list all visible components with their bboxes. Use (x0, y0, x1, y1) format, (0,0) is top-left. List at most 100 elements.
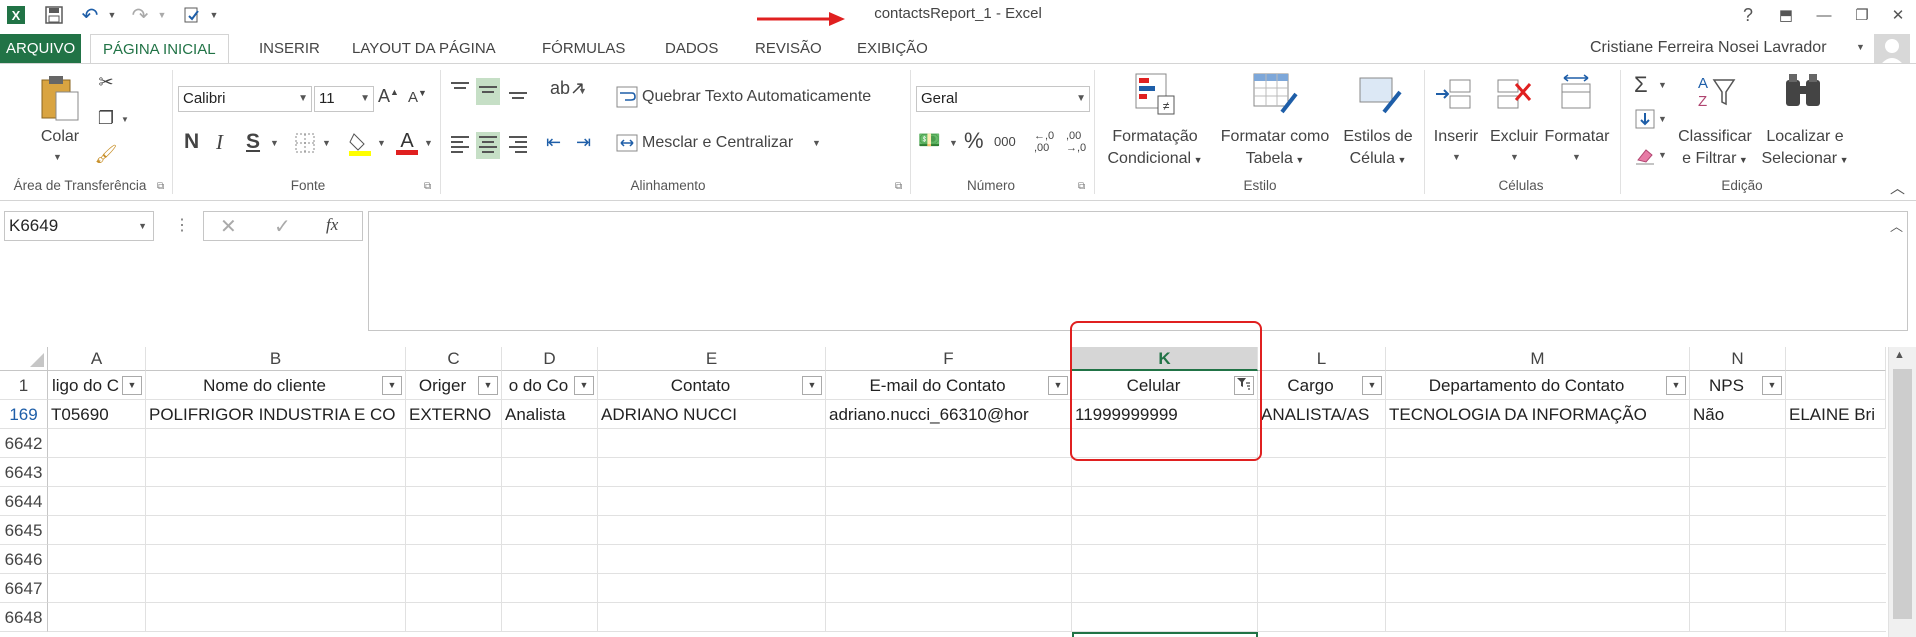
filter-dropdown-icon[interactable]: ▼ (1762, 376, 1782, 395)
increase-indent-icon[interactable]: ⇥ (576, 132, 591, 153)
filter-dropdown-icon[interactable]: ▼ (574, 376, 594, 395)
align-top-icon[interactable] (448, 78, 472, 105)
filter-dropdown-icon[interactable]: ▼ (122, 376, 142, 395)
insert-dropdown-icon[interactable]: ▼ (1452, 152, 1461, 162)
row-header-6647[interactable]: 6647 (0, 574, 48, 603)
table-cell[interactable]: adriano.nucci_66310@hor (826, 400, 1072, 429)
table-header-cell[interactable]: Nome do cliente ▼ (146, 371, 406, 400)
row-header-6646[interactable]: 6646 (0, 545, 48, 574)
table-header-cell[interactable]: Cargo ▼ (1258, 371, 1386, 400)
table-header-cell[interactable]: Contato ▼ (598, 371, 826, 400)
filter-dropdown-icon[interactable]: ▼ (802, 376, 822, 395)
align-right-icon[interactable] (506, 132, 530, 159)
tab-arquivo[interactable]: ARQUIVO (0, 34, 82, 64)
underline-dropdown-icon[interactable]: ▼ (270, 138, 279, 148)
table-cell[interactable]: ADRIANO NUCCI (598, 400, 826, 429)
borders-icon[interactable] (294, 132, 316, 157)
align-bottom-icon[interactable] (506, 78, 530, 105)
currency-icon[interactable]: 💵 (918, 130, 940, 151)
decrease-indent-icon[interactable]: ⇤ (546, 132, 561, 153)
font-color-icon[interactable]: A (395, 128, 419, 159)
tab-exibicao[interactable]: EXIBIÇÃO (845, 34, 940, 64)
font-name-combo[interactable]: Calibri ▼ (178, 86, 312, 112)
cell-styles-button[interactable]: Estilos de Célula ▼ (1336, 126, 1420, 171)
paste-button[interactable]: Colar (30, 126, 90, 148)
empty-cells-area[interactable] (48, 429, 1886, 632)
ribbon-display-options-button[interactable]: ⬒ (1774, 3, 1798, 27)
fill-color-dropdown-icon[interactable]: ▼ (377, 138, 386, 148)
column-header-a[interactable]: A (48, 347, 146, 371)
italic-button[interactable]: I (216, 130, 223, 155)
table-header-cell[interactable]: Departamento do Contato ▼ (1386, 371, 1690, 400)
decrease-decimal-icon[interactable]: ,00 →,0 (1066, 130, 1086, 154)
scroll-up-icon[interactable]: ▲ (1894, 349, 1905, 361)
align-left-icon[interactable] (448, 132, 472, 159)
table-cell[interactable] (1786, 371, 1886, 400)
user-dropdown-icon[interactable]: ▼ (1856, 42, 1865, 52)
minimize-button[interactable]: — (1812, 3, 1836, 27)
vertical-scrollbar[interactable]: ▲ (1888, 347, 1916, 637)
format-cells-icon[interactable] (1556, 74, 1596, 117)
column-header-f[interactable]: F (826, 347, 1072, 371)
thousands-button[interactable]: 000 (994, 134, 1016, 149)
help-button[interactable]: ? (1736, 3, 1760, 27)
clipboard-launcher-icon[interactable]: ⧉ (157, 181, 164, 192)
row-header-6643[interactable]: 6643 (0, 458, 48, 487)
row-header-6645[interactable]: 6645 (0, 516, 48, 545)
select-all-button[interactable] (0, 347, 48, 371)
cancel-entry-icon[interactable]: ✕ (220, 214, 237, 239)
column-header-n[interactable]: N (1690, 347, 1786, 371)
format-dropdown-icon[interactable]: ▼ (1572, 152, 1581, 162)
copy-icon[interactable]: ❐ (94, 108, 118, 129)
tab-inserir[interactable]: INSERIR (247, 34, 332, 64)
name-box[interactable]: K6649 ▼ (4, 211, 154, 241)
fill-color-icon[interactable] (348, 130, 372, 159)
wrap-text-button[interactable]: Quebrar Texto Automaticamente (642, 86, 871, 108)
scrollbar-thumb[interactable] (1893, 369, 1912, 619)
delete-cells-button[interactable]: Excluir (1486, 126, 1542, 148)
table-cell[interactable]: ELAINE Bri (1786, 400, 1886, 429)
table-cell[interactable]: EXTERNO (406, 400, 502, 429)
sort-filter-icon[interactable]: AZ (1692, 72, 1736, 115)
table-header-cell[interactable]: E-mail do Contato ▼ (826, 371, 1072, 400)
find-select-icon[interactable] (1782, 72, 1826, 115)
grow-font-icon[interactable]: A▲ (378, 86, 399, 107)
formula-input[interactable]: ︿ (368, 211, 1908, 331)
font-size-combo[interactable]: 11 ▼ (314, 86, 374, 112)
column-header-l[interactable]: L (1258, 347, 1386, 371)
number-launcher-icon[interactable]: ⧉ (1078, 181, 1085, 192)
insert-function-button[interactable]: fx (326, 215, 338, 235)
table-cell[interactable]: TECNOLOGIA DA INFORMAÇÃO (1386, 400, 1690, 429)
clear-icon[interactable] (1634, 144, 1656, 169)
delete-dropdown-icon[interactable]: ▼ (1510, 152, 1519, 162)
column-header-b[interactable]: B (146, 347, 406, 371)
column-header-o[interactable] (1786, 347, 1886, 371)
bold-button[interactable]: N (184, 130, 199, 154)
delete-cells-icon[interactable] (1494, 74, 1534, 117)
alignment-launcher-icon[interactable]: ⧉ (895, 181, 902, 192)
collapse-ribbon-icon[interactable]: ︿ (1890, 177, 1905, 198)
paste-icon[interactable] (38, 74, 82, 125)
align-center-icon[interactable] (476, 132, 500, 159)
autosum-dropdown-icon[interactable]: ▼ (1658, 80, 1667, 90)
filter-dropdown-icon[interactable]: ▼ (1048, 376, 1068, 395)
find-select-button[interactable]: Localizar e Selecionar ▼ (1758, 126, 1852, 171)
number-format-combo[interactable]: Geral ▼ (916, 86, 1090, 112)
format-cells-button[interactable]: Formatar (1542, 126, 1612, 148)
column-header-e[interactable]: E (598, 347, 826, 371)
table-header-cell[interactable]: Origer ▼ (406, 371, 502, 400)
table-cell[interactable]: POLIFRIGOR INDUSTRIA E CO (146, 400, 406, 429)
filter-dropdown-icon[interactable]: ▼ (478, 376, 498, 395)
conditional-formatting-button[interactable]: Formatação Condicional ▼ (1100, 126, 1210, 171)
row-header-6642[interactable]: 6642 (0, 429, 48, 458)
filter-dropdown-icon[interactable]: ▼ (1362, 376, 1382, 395)
column-header-m[interactable]: M (1386, 347, 1690, 371)
tab-formulas[interactable]: FÓRMULAS (530, 34, 637, 64)
confirm-entry-icon[interactable]: ✓ (274, 214, 291, 239)
row-header-169[interactable]: 169 (0, 400, 48, 429)
autosum-icon[interactable]: Σ (1634, 72, 1648, 98)
orientation-dropdown-icon[interactable]: ▼ (578, 86, 587, 96)
column-header-c[interactable]: C (406, 347, 502, 371)
fill-icon[interactable] (1634, 108, 1656, 133)
borders-dropdown-icon[interactable]: ▼ (322, 138, 331, 148)
